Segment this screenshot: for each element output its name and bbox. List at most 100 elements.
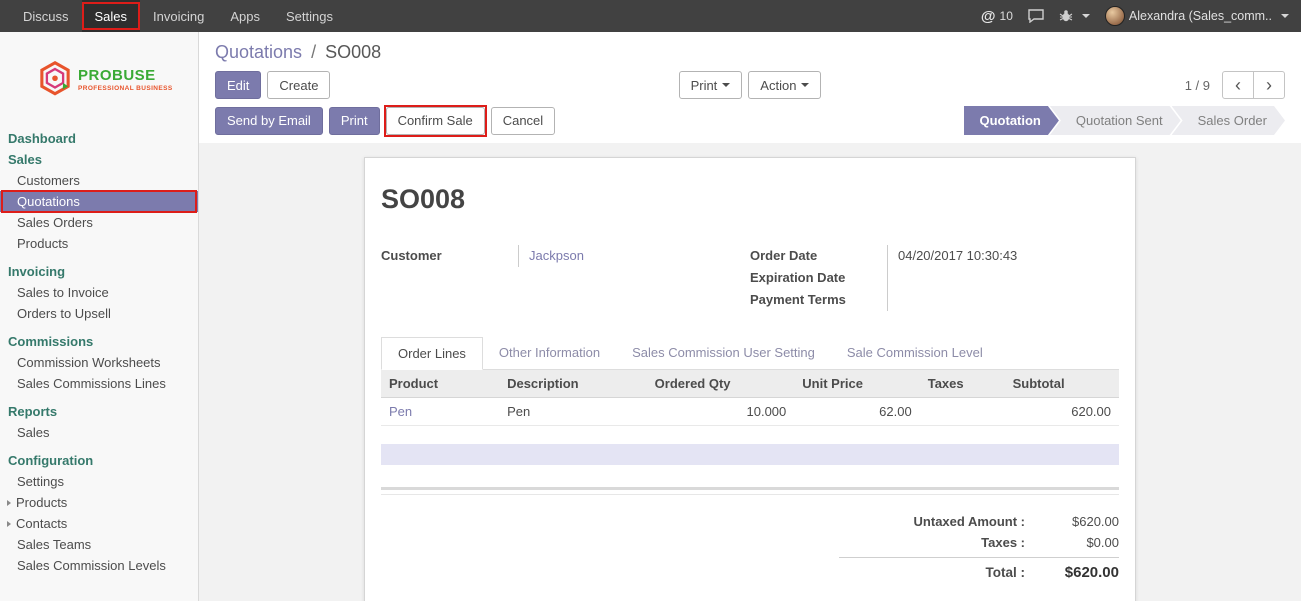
table-row[interactable]: Pen Pen 10.000 62.00 620.00 <box>381 398 1119 426</box>
product-link[interactable]: Pen <box>389 404 412 419</box>
sidebar-item-contacts[interactable]: Contacts <box>0 513 198 534</box>
statusbar-step-quotation[interactable]: Quotation <box>964 106 1059 135</box>
order-date-label: Order Date <box>750 245 887 267</box>
user-menu[interactable]: Alexandra (Sales_comm.. <box>1105 6 1289 26</box>
taxes-value: $0.00 <box>1039 535 1119 550</box>
activity-icon: @ <box>981 8 996 25</box>
column-header-description[interactable]: Description <box>499 370 647 398</box>
sidebar-heading-sales[interactable]: Sales <box>0 149 198 170</box>
menu-discuss[interactable]: Discuss <box>10 0 82 32</box>
sidebar-item-sales-teams[interactable]: Sales Teams <box>0 534 198 555</box>
sidebar-item-customers[interactable]: Customers <box>0 170 198 191</box>
expand-arrow-icon <box>7 500 11 506</box>
expiration-date-label: Expiration Date <box>750 267 887 289</box>
sidebar-item-reports-sales[interactable]: Sales <box>0 422 198 443</box>
cell-ordered-qty: 10.000 <box>647 398 795 426</box>
print-button[interactable]: Print <box>329 107 380 135</box>
send-by-email-button[interactable]: Send by Email <box>215 107 323 135</box>
pager-next-button[interactable]: › <box>1253 71 1285 99</box>
topbar-right: @ 10 Alexandra (Sales_comm.. <box>981 0 1301 32</box>
sidebar-item-dashboard[interactable]: Dashboard <box>0 128 198 149</box>
topbar-menus: Discuss Sales Invoicing Apps Settings <box>0 0 346 32</box>
menu-invoicing[interactable]: Invoicing <box>140 0 217 32</box>
sidebar-item-quotations[interactable]: Quotations <box>0 191 198 212</box>
sidebar-item-config-products[interactable]: Products <box>0 492 198 513</box>
sidebar-item-settings[interactable]: Settings <box>0 471 198 492</box>
control-panel-row-2: Send by Email Print Confirm Sale Cancel … <box>215 106 1285 135</box>
column-header-taxes[interactable]: Taxes <box>920 370 1005 398</box>
logo-subtitle: PROFESSIONAL BUSINESS <box>78 85 173 92</box>
total-label: Total : <box>839 565 1039 580</box>
separator-thick <box>381 487 1119 490</box>
statusbar-step-sales-order[interactable]: Sales Order <box>1172 106 1285 135</box>
edit-button[interactable]: Edit <box>215 71 261 99</box>
cell-taxes <box>920 398 1005 426</box>
sidebar-item-products[interactable]: Products <box>0 233 198 254</box>
separator-thin <box>381 494 1119 495</box>
sidebar: PROBUSE PROFESSIONAL BUSINESS Dashboard … <box>0 32 199 601</box>
sidebar-item-sales-to-invoice[interactable]: Sales to Invoice <box>0 282 198 303</box>
activity-menu[interactable]: @ 10 <box>981 8 1013 25</box>
total-value: $620.00 <box>1039 564 1119 581</box>
menu-settings[interactable]: Settings <box>273 0 346 32</box>
column-header-unit-price[interactable]: Unit Price <box>794 370 919 398</box>
print-dropdown[interactable]: Print <box>679 71 743 99</box>
tab-sale-commission-level[interactable]: Sale Commission Level <box>831 337 999 370</box>
avatar <box>1105 6 1125 26</box>
breadcrumb-current: SO008 <box>325 42 381 62</box>
sidebar-item-sales-commissions-lines[interactable]: Sales Commissions Lines <box>0 373 198 394</box>
chevron-down-icon <box>801 83 809 87</box>
sidebar-item-orders-to-upsell[interactable]: Orders to Upsell <box>0 303 198 324</box>
chevron-down-icon <box>1281 14 1289 18</box>
sidebar-heading-configuration[interactable]: Configuration <box>0 450 198 471</box>
chevron-down-icon <box>1082 14 1090 18</box>
form-view-area: SO008 Customer Jackpson Order Date 04/20… <box>199 143 1301 601</box>
tab-other-information[interactable]: Other Information <box>483 337 616 370</box>
create-button[interactable]: Create <box>267 71 330 99</box>
order-date-value: 04/20/2017 10:30:43 <box>887 245 1105 267</box>
control-panel: Quotations / SO008 Edit Create Print Act… <box>199 32 1301 143</box>
sidebar-item-commission-worksheets[interactable]: Commission Worksheets <box>0 352 198 373</box>
cancel-button[interactable]: Cancel <box>491 107 555 135</box>
expiration-date-value <box>887 267 1105 289</box>
sidebar-heading-commissions[interactable]: Commissions <box>0 331 198 352</box>
confirm-sale-button[interactable]: Confirm Sale <box>386 107 485 135</box>
tab-sales-commission-user-setting[interactable]: Sales Commission User Setting <box>616 337 831 370</box>
sidebar-item-sales-orders[interactable]: Sales Orders <box>0 212 198 233</box>
menu-apps[interactable]: Apps <box>217 0 273 32</box>
sidebar-heading-invoicing[interactable]: Invoicing <box>0 261 198 282</box>
pager-counter: 1 / 9 <box>1185 78 1210 93</box>
untaxed-amount-value: $620.00 <box>1039 514 1119 529</box>
expand-arrow-icon <box>7 521 11 527</box>
chevron-right-icon: › <box>1266 76 1272 94</box>
column-header-ordered-qty[interactable]: Ordered Qty <box>647 370 795 398</box>
pager-previous-button[interactable]: ‹ <box>1222 71 1254 99</box>
sidebar-item-sales-commission-levels[interactable]: Sales Commission Levels <box>0 555 198 576</box>
sidebar-heading-reports[interactable]: Reports <box>0 401 198 422</box>
user-name: Alexandra (Sales_comm.. <box>1129 9 1272 23</box>
customer-value-link[interactable]: Jackpson <box>529 248 584 263</box>
menu-sales[interactable]: Sales <box>82 0 141 32</box>
topbar: Discuss Sales Invoicing Apps Settings @ … <box>0 0 1301 32</box>
chevron-left-icon: ‹ <box>1235 76 1241 94</box>
column-header-product[interactable]: Product <box>381 370 499 398</box>
taxes-label: Taxes : <box>839 535 1039 550</box>
company-logo[interactable]: PROBUSE PROFESSIONAL BUSINESS <box>0 32 198 128</box>
control-panel-row-1: Edit Create Print Action 1 / 9 ‹ › <box>215 71 1285 99</box>
messages-menu[interactable] <box>1028 9 1044 23</box>
probuse-logo-icon <box>38 60 72 98</box>
empty-line-band <box>381 444 1119 465</box>
bug-icon <box>1059 9 1073 23</box>
cell-subtotal: 620.00 <box>1005 398 1119 426</box>
content: Quotations / SO008 Edit Create Print Act… <box>199 32 1301 601</box>
debug-menu[interactable] <box>1059 9 1090 23</box>
activity-count: 10 <box>1000 9 1013 23</box>
document-title: SO008 <box>381 184 1119 215</box>
table-header-row: Product Description Ordered Qty Unit Pri… <box>381 370 1119 398</box>
column-header-subtotal[interactable]: Subtotal <box>1005 370 1119 398</box>
statusbar-step-quotation-sent[interactable]: Quotation Sent <box>1050 106 1181 135</box>
breadcrumb-parent[interactable]: Quotations <box>215 42 302 62</box>
tab-order-lines[interactable]: Order Lines <box>381 337 483 370</box>
chat-bubble-icon <box>1028 9 1044 23</box>
action-dropdown[interactable]: Action <box>748 71 821 99</box>
